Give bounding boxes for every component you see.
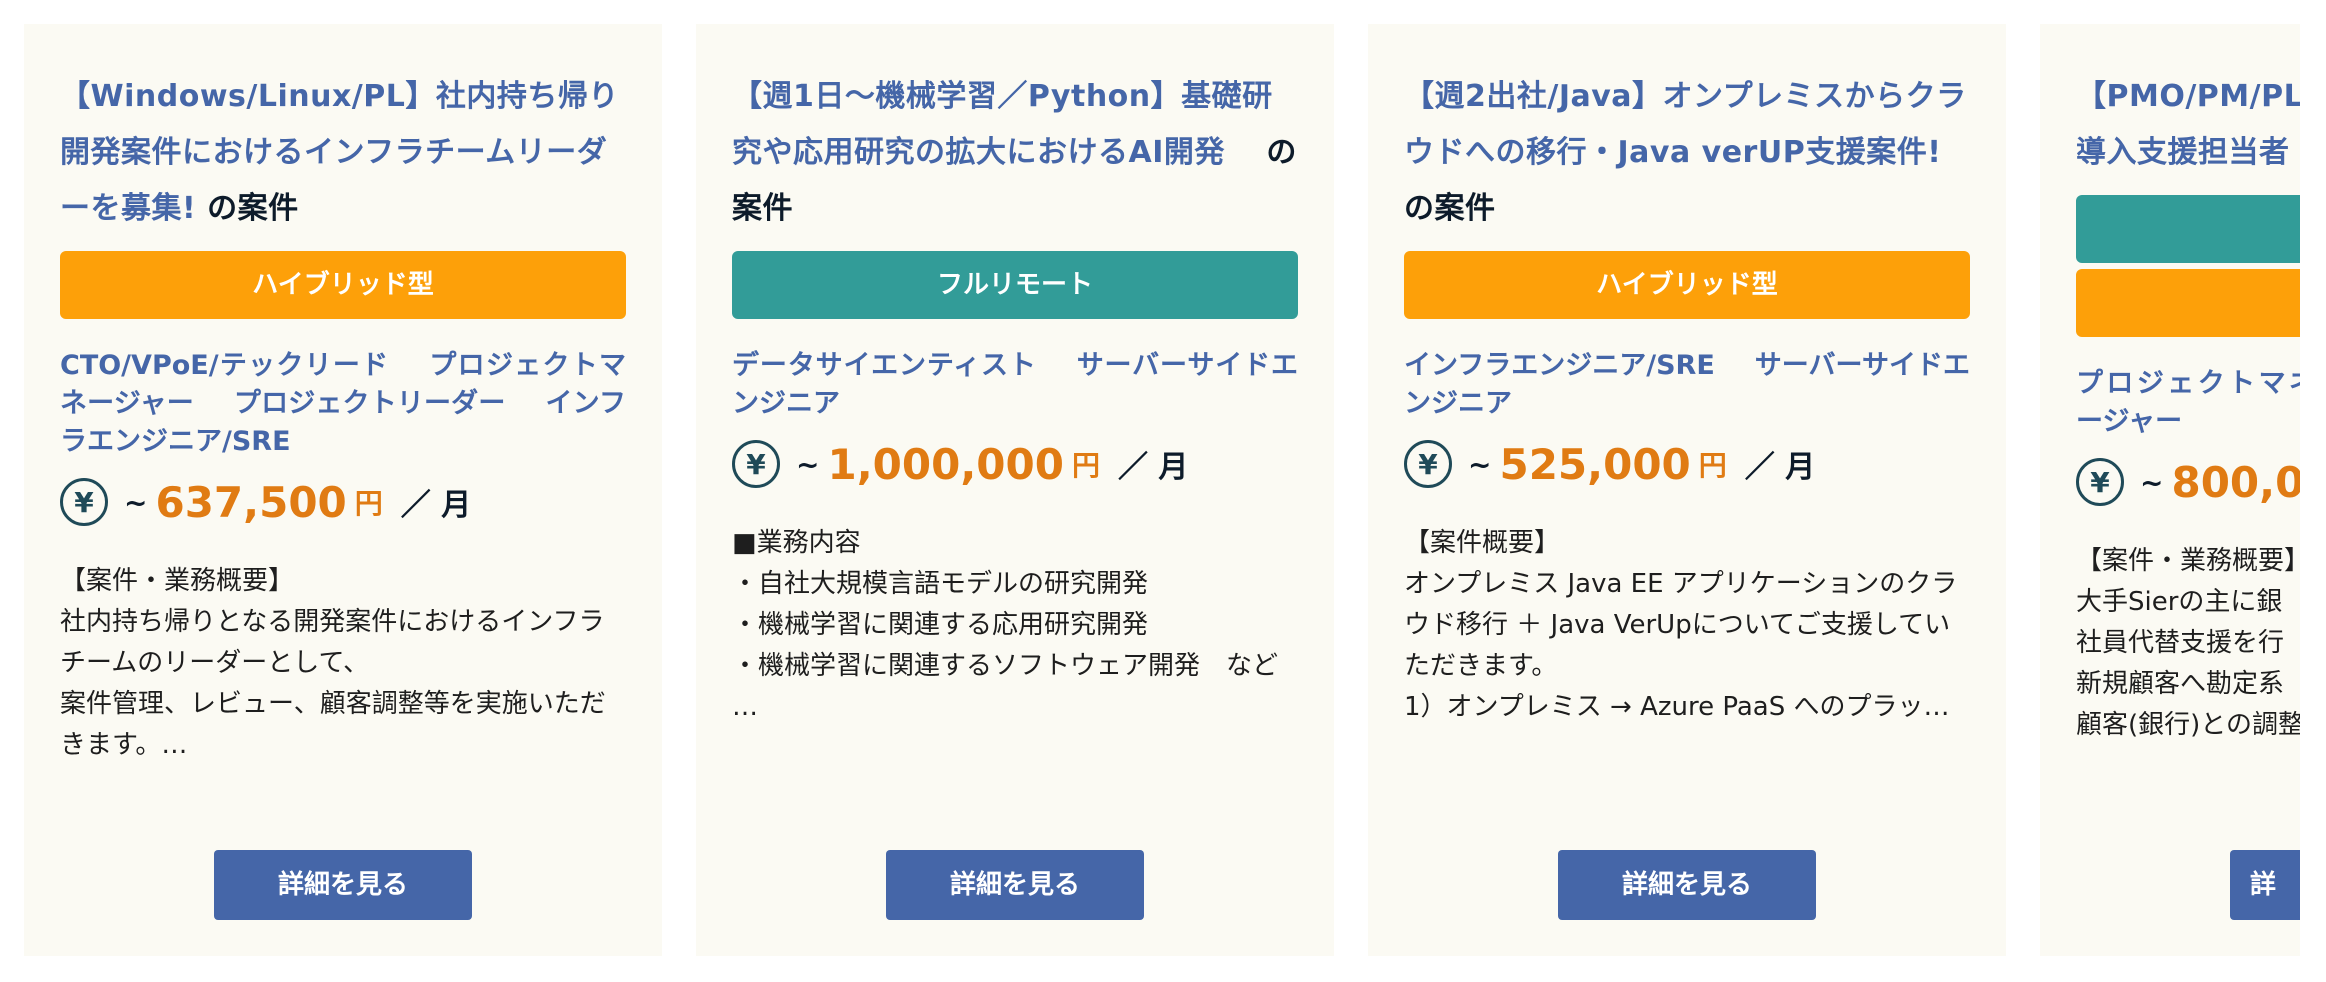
price-amount: 1,000,000 xyxy=(827,439,1064,489)
job-title-link[interactable]: 【PMO/PM/PL】 導入支援担当者 xyxy=(2076,79,2300,170)
work-style-badges: フ ハ xyxy=(2076,195,2300,337)
job-description: 【案件・業務概要】 社内持ち帰りとなる開発案件におけるインフラチームのリーダーと… xyxy=(60,566,606,760)
view-details-button[interactable]: 詳細を見る xyxy=(886,850,1144,920)
job-title: 【Windows/Linux/PL】社内持ち帰り開発案件におけるインフラチームリ… xyxy=(60,69,626,237)
role-tag: プロジェクトリーダー xyxy=(233,388,506,419)
price-unit: 円 xyxy=(1698,449,1727,482)
view-details-button[interactable]: 詳細を見る xyxy=(214,850,472,920)
price-row: ¥ ~ 800,00 xyxy=(2076,453,2300,511)
job-title: 【週1日〜機械学習／Python】基礎研究や応用研究の拡大におけるAI開発 の案… xyxy=(732,69,1298,237)
work-style-badges: フルリモート xyxy=(732,251,1298,319)
job-roles: CTO/VPoE/テックリード プロジェクトマネージャー プロジェクトリーダー インフ… xyxy=(60,347,626,461)
yen-icon: ¥ xyxy=(732,440,780,488)
view-details-button[interactable]: 詳細を見る xyxy=(1558,850,1816,920)
role-tag: プロジェクトマネージャー xyxy=(2076,368,2300,437)
job-title-suffix: の案件 xyxy=(196,191,299,226)
yen-icon: ¥ xyxy=(1404,440,1452,488)
price-amount: 637,500 xyxy=(155,477,347,527)
card-carousel: 【Windows/Linux/PL】社内持ち帰り開発案件におけるインフラチームリ… xyxy=(0,0,2300,982)
price-tilde: ~ xyxy=(1468,447,1492,481)
job-card: 【週1日〜機械学習／Python】基礎研究や応用研究の拡大におけるAI開発 の案… xyxy=(696,24,1334,956)
price-amount: 800,00 xyxy=(2171,457,2300,507)
job-description: ■業務内容 ・自社大規模言語モデルの研究開発 ・機械学習に関連する応用研究開発 … xyxy=(732,528,1279,722)
job-description: 【案件・業務概要】 大手Sierの主に銀 社員代替支援を行 新規顧客へ勘定系 顧… xyxy=(2076,546,2300,740)
job-roles: プロジェクトマネージャー xyxy=(2076,365,2300,441)
job-title-link[interactable]: 【週2出社/Java】オンプレミスからクラウドへの移行・Java verUP支援… xyxy=(1404,79,1967,170)
price-tilde: ~ xyxy=(124,485,148,519)
price-unit: 円 xyxy=(1071,449,1100,482)
job-card: 【Windows/Linux/PL】社内持ち帰り開発案件におけるインフラチームリ… xyxy=(24,24,662,956)
price-tilde: ~ xyxy=(2140,465,2164,499)
role-tag: CTO/VPoE/テックリード xyxy=(60,350,390,381)
role-tag: データサイエンティスト xyxy=(732,350,1037,381)
work-style-badge-remote: フルリモート xyxy=(732,251,1298,319)
job-card: 【PMO/PM/PL】 導入支援担当者 フ ハ プロジェクトマネージャー ¥ ~… xyxy=(2040,24,2300,956)
price-row: ¥ ~ 525,000 円 ／ 月 xyxy=(1404,435,1970,493)
job-title: 【週2出社/Java】オンプレミスからクラウドへの移行・Java verUP支援… xyxy=(1404,69,1970,237)
price-period: ／ 月 xyxy=(400,488,472,523)
price-period: ／ 月 xyxy=(1117,450,1189,485)
job-title: 【PMO/PM/PL】 導入支援担当者 xyxy=(2076,69,2300,181)
price-row: ¥ ~ 1,000,000 円 ／ 月 xyxy=(732,435,1298,493)
role-tag: インフラエンジニア/SRE xyxy=(1404,350,1715,381)
yen-icon: ¥ xyxy=(2076,458,2124,506)
price-unit: 円 xyxy=(354,487,383,520)
price-amount: 525,000 xyxy=(1499,439,1691,489)
job-card: 【週2出社/Java】オンプレミスからクラウドへの移行・Java verUP支援… xyxy=(1368,24,2006,956)
price-row: ¥ ~ 637,500 円 ／ 月 xyxy=(60,473,626,531)
job-title-link[interactable]: 【Windows/Linux/PL】社内持ち帰り開発案件におけるインフラチームリ… xyxy=(60,79,619,226)
work-style-badge-hybrid: ハイブリッド型 xyxy=(1404,251,1970,319)
price-tilde: ~ xyxy=(796,447,820,481)
view-details-button[interactable]: 詳 xyxy=(2230,850,2300,920)
yen-icon: ¥ xyxy=(60,478,108,526)
job-description: 【案件概要】 オンプレミス Java EE アプリケーションのクラウド移行 ＋ … xyxy=(1404,528,1958,722)
job-roles: インフラエンジニア/SRE サーバーサイドエンジニア xyxy=(1404,347,1970,423)
work-style-badge-remote: フ xyxy=(2076,195,2300,263)
work-style-badges: ハイブリッド型 xyxy=(60,251,626,319)
price-period: ／ 月 xyxy=(1744,450,1816,485)
work-style-badges: ハイブリッド型 xyxy=(1404,251,1970,319)
job-title-suffix: の案件 xyxy=(1404,191,1496,226)
work-style-badge-hybrid: ハ xyxy=(2076,269,2300,337)
job-title-link[interactable]: 【週1日〜機械学習／Python】基礎研究や応用研究の拡大におけるAI開発 xyxy=(732,79,1273,170)
work-style-badge-hybrid: ハイブリッド型 xyxy=(60,251,626,319)
job-roles: データサイエンティスト サーバーサイドエンジニア xyxy=(732,347,1298,423)
